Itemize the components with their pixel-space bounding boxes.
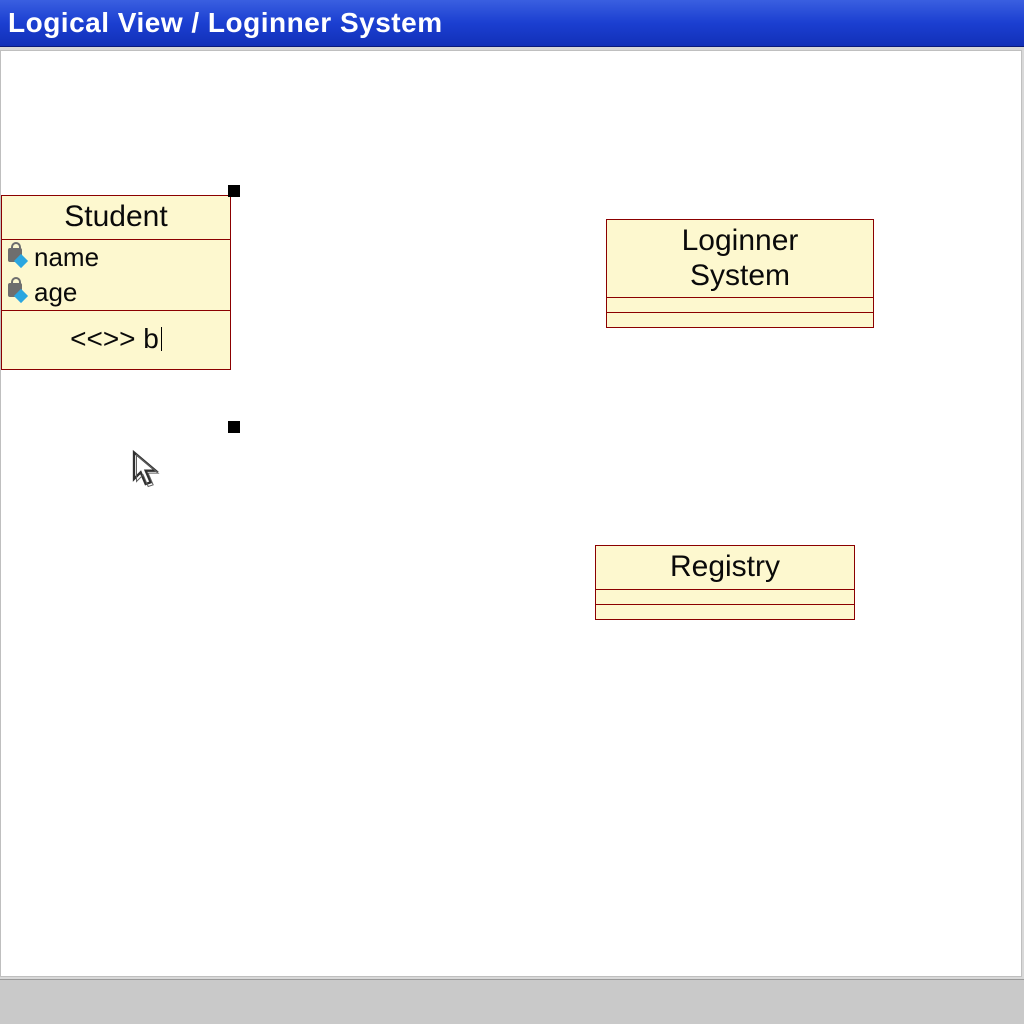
uml-class-name[interactable]: Registry (596, 546, 854, 590)
status-bar (0, 979, 1024, 1024)
uml-attribute-row[interactable]: age (2, 275, 230, 310)
uml-class-loginner-system[interactable]: Loginner System (606, 219, 874, 328)
uml-operation-text: <<>> b (70, 323, 159, 354)
selection-handle-ne[interactable] (228, 185, 240, 197)
uml-class-name[interactable]: Student (2, 196, 230, 240)
uml-operations-section[interactable] (607, 313, 873, 327)
uml-class-name-line1: Loginner (682, 224, 799, 257)
cursor-pointer-icon (129, 449, 169, 489)
uml-operations-section[interactable]: <<>> b (2, 311, 230, 369)
window-title: Logical View / Loginner System (8, 7, 443, 39)
selection-handle-se[interactable] (228, 421, 240, 433)
uml-attributes-section[interactable] (607, 298, 873, 313)
visibility-private-icon (8, 283, 30, 301)
uml-attribute-row[interactable]: name (2, 240, 230, 275)
uml-attributes-section[interactable]: name age (2, 240, 230, 311)
uml-attributes-section[interactable] (596, 590, 854, 605)
uml-class-registry[interactable]: Registry (595, 545, 855, 620)
uml-class-name[interactable]: Loginner System (607, 220, 873, 298)
uml-attribute-name: age (34, 277, 77, 308)
window-titlebar[interactable]: Logical View / Loginner System (0, 0, 1024, 47)
text-caret (161, 327, 162, 351)
uml-operations-section[interactable] (596, 605, 854, 619)
uml-operation-editing[interactable]: <<>> b (2, 311, 230, 369)
uml-class-student[interactable]: Student name age <<>> b (1, 195, 231, 370)
diagram-canvas[interactable]: Student name age <<>> b Lo (0, 50, 1022, 977)
uml-class-name-line2: System (690, 259, 790, 292)
visibility-private-icon (8, 248, 30, 266)
uml-attribute-name: name (34, 242, 99, 273)
